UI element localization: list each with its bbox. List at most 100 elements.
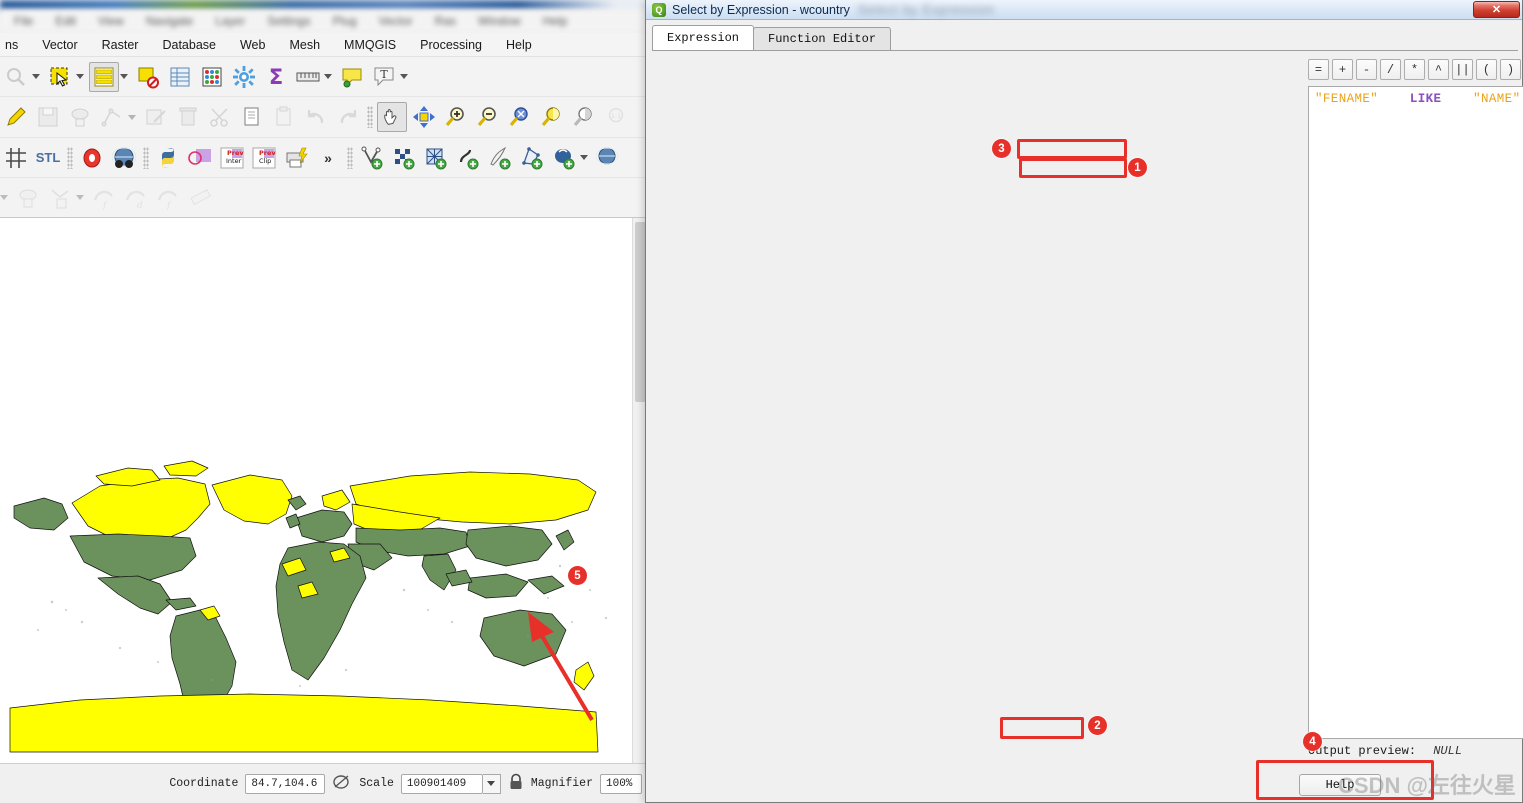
toggle-extents-icon[interactable]: [332, 773, 352, 795]
menu-ns[interactable]: ns: [2, 36, 21, 54]
python-console-icon[interactable]: [153, 143, 183, 173]
plugins-handle-2[interactable]: [143, 146, 149, 169]
deselect-features-icon[interactable]: [133, 62, 163, 92]
zoom-native-icon[interactable]: 1:1: [601, 102, 631, 132]
attribute-table-dropdown-icon[interactable]: [120, 74, 128, 79]
menu-mesh[interactable]: Mesh: [286, 36, 323, 54]
scale-combo[interactable]: 100901409: [400, 773, 501, 794]
tab-function-editor[interactable]: Function Editor: [753, 27, 892, 50]
curve-f-icon[interactable]: f: [89, 183, 119, 213]
zoom-to-selection-icon[interactable]: [537, 102, 567, 132]
zoom-full-icon[interactable]: [505, 102, 535, 132]
dialog-close-button[interactable]: ✕: [1473, 1, 1520, 18]
statistics-abacus-icon[interactable]: [197, 62, 227, 92]
prev-clip-icon[interactable]: Prev Clip: [249, 143, 279, 173]
toolbar-overflow-icon[interactable]: »: [313, 143, 343, 173]
mesh-props-dropdown-icon[interactable]: [76, 195, 84, 200]
processing-toolbox-gear-icon[interactable]: [229, 62, 259, 92]
pink-circle-plugin-icon[interactable]: [185, 143, 215, 173]
scale-value[interactable]: 100901409: [400, 773, 483, 794]
identify-dropdown-icon[interactable]: [32, 74, 40, 79]
add-wms-layer-icon[interactable]: [593, 143, 623, 173]
map-canvas[interactable]: 5: [0, 218, 633, 763]
menu-web[interactable]: Web: [237, 36, 268, 54]
add-vector-layer-icon[interactable]: [517, 143, 547, 173]
menu-help[interactable]: Help: [503, 36, 535, 54]
identify-features-icon[interactable]: [1, 62, 31, 92]
op-open-paren-button[interactable]: (: [1476, 59, 1497, 80]
op-plus-button[interactable]: +: [1332, 59, 1353, 80]
expression-text-editor[interactable]: "FENAME" LIKE "NAME": [1308, 86, 1523, 739]
new-geopackage-layer-icon[interactable]: [389, 143, 419, 173]
print-layout-icon[interactable]: [281, 143, 311, 173]
expression-operator-toolbar[interactable]: = + - / * ^ || ( ) \n': [1308, 59, 1523, 80]
digitizing-navigation-toolbar[interactable]: 1:1: [0, 97, 647, 138]
zoom-to-layer-icon[interactable]: [569, 102, 599, 132]
text-annotation-icon[interactable]: T: [369, 62, 399, 92]
tab-expression[interactable]: Expression: [652, 25, 755, 50]
plugins-handle-1[interactable]: [67, 146, 73, 169]
lock-scale-icon[interactable]: [508, 773, 524, 795]
prev-inter-icon[interactable]: Prev Inter: [217, 143, 247, 173]
new-gpx-layer-icon[interactable]: [485, 143, 515, 173]
redo-icon[interactable]: [333, 102, 363, 132]
undo-icon[interactable]: [301, 102, 331, 132]
stl-plugin-icon[interactable]: STL: [33, 143, 63, 173]
menu-raster[interactable]: Raster: [99, 36, 142, 54]
coordinate-input[interactable]: 84.7,104.6: [245, 773, 326, 794]
curve-d-icon[interactable]: d: [121, 183, 151, 213]
add-layer-dropdown-icon[interactable]: [580, 155, 588, 160]
raster-calculator-icon[interactable]: [13, 183, 43, 213]
vertex-tool-icon[interactable]: [97, 102, 127, 132]
plugins-handle-3[interactable]: [347, 146, 353, 169]
plugins-toolbar[interactable]: STL Prev Inter Prev Clip »: [0, 138, 647, 178]
menu-mmqgis[interactable]: MMQGIS: [341, 36, 399, 54]
vertex-dropdown-icon[interactable]: [128, 114, 136, 120]
new-shapefile-layer-icon[interactable]: [357, 143, 387, 173]
toolbar-handle[interactable]: [367, 106, 373, 128]
add-feature-icon[interactable]: [65, 102, 95, 132]
magnifier-value[interactable]: 100%: [600, 773, 642, 794]
toggle-editing-pencil-icon[interactable]: [1, 102, 31, 132]
mesh-layer-properties-icon[interactable]: [45, 183, 75, 213]
measure-line-icon[interactable]: [293, 62, 323, 92]
new-temp-scratch-layer-icon[interactable]: [453, 143, 483, 173]
op-concat-button[interactable]: ||: [1452, 59, 1473, 80]
select-dropdown-icon[interactable]: [76, 74, 84, 79]
curve-f2-icon[interactable]: f: [153, 183, 183, 213]
op-divide-button[interactable]: /: [1380, 59, 1401, 80]
add-postgis-layer-icon[interactable]: [549, 143, 579, 173]
zoom-in-icon[interactable]: [441, 102, 471, 132]
copy-features-icon[interactable]: [237, 102, 267, 132]
qgis-menubar[interactable]: ns Vector Raster Database Web Mesh MMQGI…: [0, 33, 647, 57]
open-attribute-table-icon[interactable]: [89, 61, 119, 92]
scale-dropdown-icon[interactable]: [482, 773, 501, 794]
op-equals-button[interactable]: =: [1308, 59, 1329, 80]
new-spatialite-layer-icon[interactable]: [421, 143, 451, 173]
dialog-titlebar[interactable]: Q Select by Expression - wcountry Select…: [646, 0, 1522, 20]
menu-database[interactable]: Database: [159, 36, 219, 54]
attributes-toolbar[interactable]: Σ T: [0, 57, 647, 97]
dialog-tabs[interactable]: Expression Function Editor: [652, 25, 892, 50]
measure-dropdown-icon[interactable]: [324, 74, 332, 79]
red-target-icon[interactable]: [77, 143, 107, 173]
pan-map-hand-icon[interactable]: [377, 102, 407, 132]
op-multiply-button[interactable]: *: [1404, 59, 1425, 80]
delete-selected-icon[interactable]: [173, 102, 203, 132]
sum-sigma-icon[interactable]: Σ: [261, 62, 291, 92]
ruler-tool-icon[interactable]: [185, 183, 215, 213]
mesh-toolbar[interactable]: f d f: [0, 178, 647, 218]
globe-binoculars-icon[interactable]: [109, 143, 139, 173]
pan-to-selection-icon[interactable]: [409, 102, 439, 132]
field-calculator-table-icon[interactable]: [165, 62, 195, 92]
menu-processing[interactable]: Processing: [417, 36, 485, 54]
modify-attributes-icon[interactable]: [141, 102, 171, 132]
menu-vector[interactable]: Vector: [39, 36, 80, 54]
select-features-icon[interactable]: [45, 62, 75, 92]
save-layer-edits-icon[interactable]: [33, 102, 63, 132]
annotation-dropdown-icon[interactable]: [400, 74, 408, 79]
op-power-button[interactable]: ^: [1428, 59, 1449, 80]
mesh-dropdown-icon[interactable]: [0, 195, 8, 200]
cut-scissors-icon[interactable]: [205, 102, 235, 132]
paste-features-icon[interactable]: [269, 102, 299, 132]
